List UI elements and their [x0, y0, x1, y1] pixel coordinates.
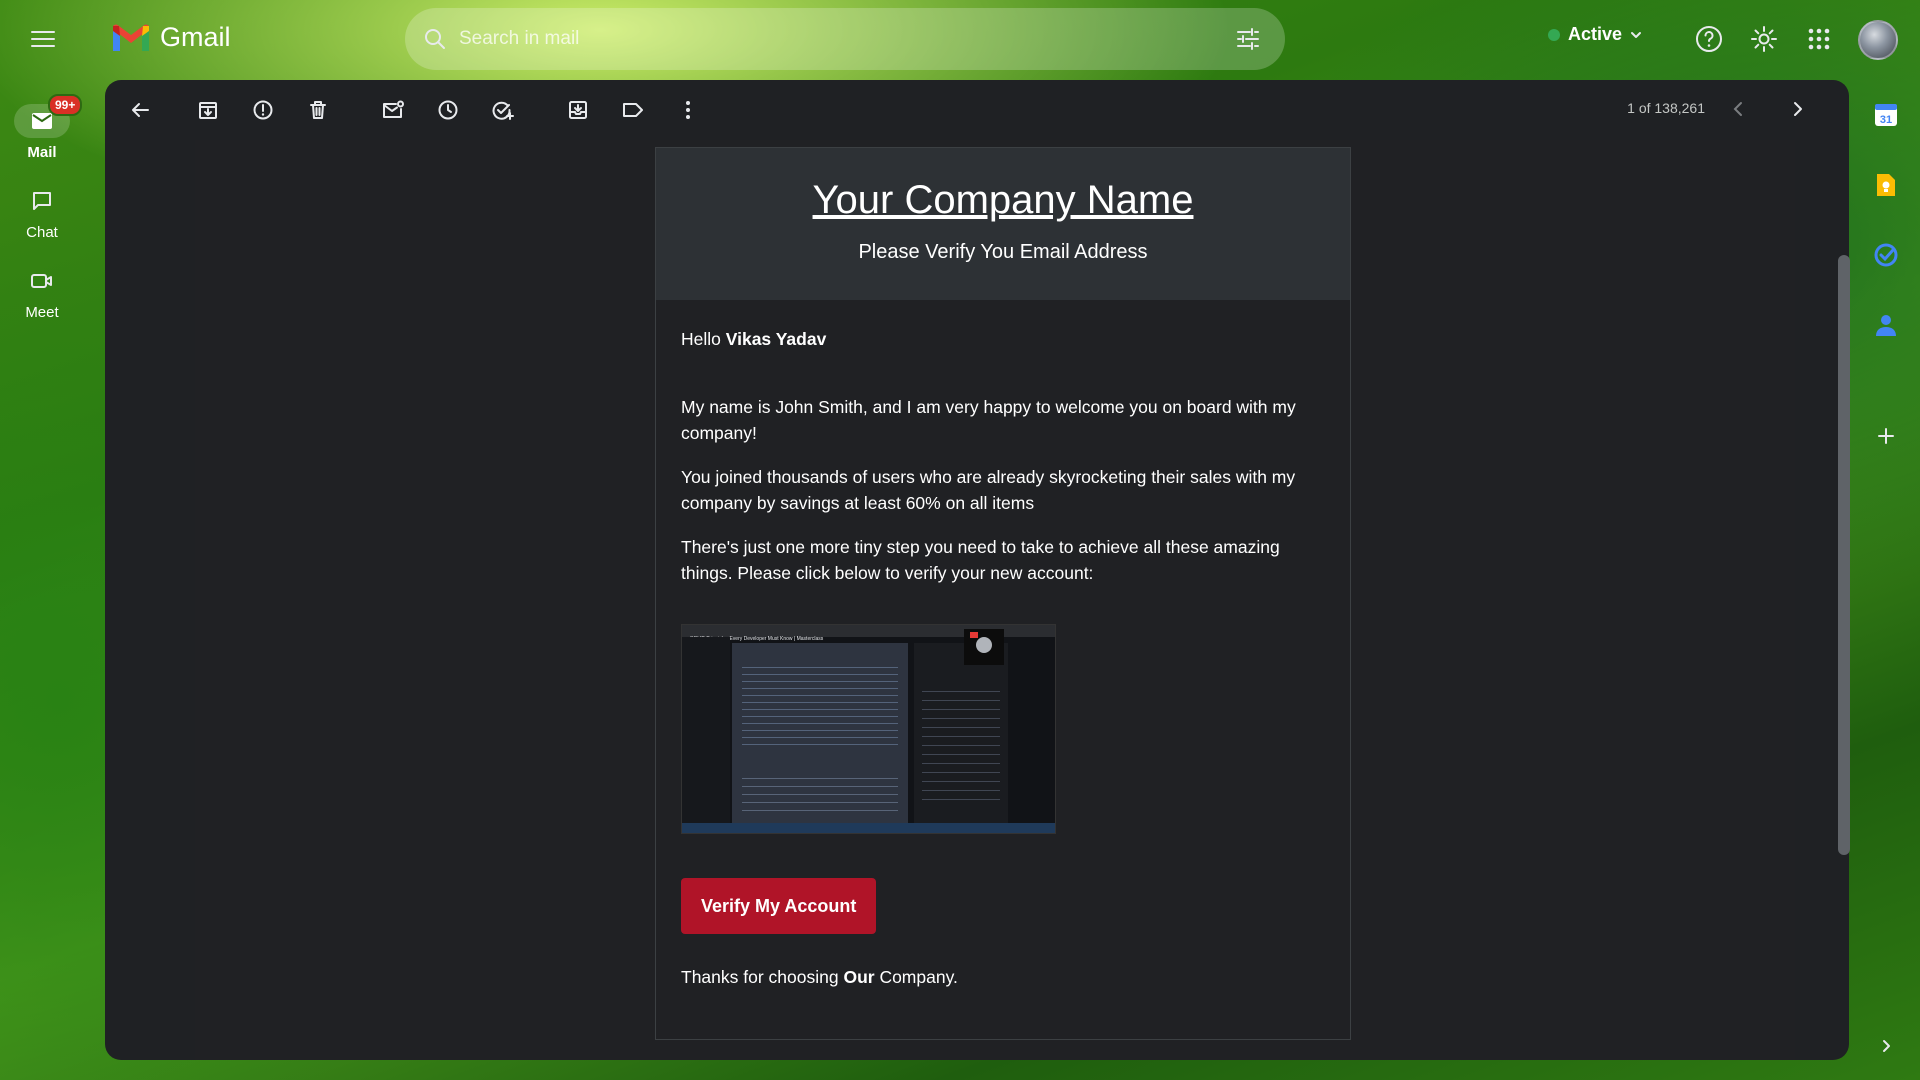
email-body: Hello Vikas Yadav My name is John Smith,… [656, 300, 1350, 990]
gear-icon [1751, 26, 1777, 52]
snooze-button[interactable] [433, 95, 463, 125]
search-input[interactable] [459, 20, 1159, 58]
status-label: Active [1568, 24, 1623, 44]
message-toolbar: 1 of 138,261 [105, 80, 1849, 140]
more-vert-icon [686, 101, 690, 119]
message-counter: 1 of 138,261 [1627, 100, 1705, 116]
main-menu-button[interactable] [24, 20, 62, 58]
rail-item-meet[interactable]: Meet [0, 264, 84, 321]
chevron-right-icon [1883, 1040, 1890, 1052]
rail-item-mail[interactable]: 99+ Mail [0, 94, 84, 161]
chat-icon [33, 192, 51, 210]
search-bar[interactable] [405, 8, 1285, 70]
mail-icon [32, 113, 52, 129]
chevron-left-icon [1733, 102, 1742, 116]
closing-bold: Our [843, 967, 875, 987]
image-sidebar [682, 637, 730, 825]
email-header-subtitle: Please Verify You Email Address [858, 241, 1148, 263]
rail-label-meet: Meet [25, 304, 59, 321]
verify-account-button[interactable]: Verify My Account [681, 878, 877, 934]
email-message: Your Company Name Please Verify You Emai… [655, 147, 1351, 1040]
snooze-icon [438, 100, 458, 120]
body-paragraph-3: There's just one more tiny step you need… [681, 537, 1280, 583]
account-avatar[interactable] [1858, 20, 1898, 60]
delete-button[interactable] [303, 95, 333, 125]
report-spam-button[interactable] [248, 95, 278, 125]
embedded-screenshot-image[interactable]: SOLID Principles Every Developer Must Kn… [681, 624, 1056, 834]
active-status-dot [1548, 28, 1560, 41]
apps-grid-icon [1808, 28, 1830, 50]
video-camera-icon [31, 274, 52, 288]
help-icon [1696, 26, 1722, 52]
report-spam-icon [253, 100, 273, 120]
calendar-icon: 31 [1875, 104, 1897, 126]
keep-app-button[interactable] [1872, 171, 1900, 199]
menu-icon [31, 31, 55, 47]
mail-unread-badge: 99+ [48, 94, 83, 116]
archive-icon [199, 102, 217, 119]
google-apps-button[interactable] [1802, 22, 1836, 56]
filter-icon[interactable] [1235, 26, 1261, 52]
rail-label-chat: Chat [26, 224, 58, 241]
more-options-button[interactable] [673, 95, 703, 125]
closing-suffix: Company. [874, 967, 958, 987]
gmail-wordmark: Gmail [160, 22, 231, 52]
gmail-logo[interactable]: Gmail [110, 22, 231, 53]
expand-side-panel-button[interactable] [1872, 1032, 1900, 1060]
tasks-icon [1874, 243, 1898, 267]
email-header-banner: Your Company Name Please Verify You Emai… [656, 148, 1350, 300]
delete-icon [310, 101, 326, 119]
mark-unread-icon [383, 100, 404, 118]
keep-icon [1877, 174, 1895, 196]
add-task-button[interactable] [488, 95, 518, 125]
chevron-right-icon [1794, 102, 1802, 116]
move-to-button[interactable] [563, 95, 593, 125]
closing-prefix: Thanks for choosing [681, 967, 844, 987]
get-addons-button[interactable] [1872, 422, 1900, 450]
contacts-icon [1876, 315, 1896, 336]
image-editor-panel [914, 643, 1008, 825]
recipient-name: Vikas Yadav [725, 329, 827, 349]
label-icon [623, 103, 643, 117]
settings-button[interactable] [1747, 22, 1781, 56]
body-paragraph-1: My name is John Smith, and I am very hap… [681, 397, 1296, 443]
tasks-app-button[interactable] [1872, 241, 1900, 269]
help-button[interactable] [1692, 22, 1726, 56]
add-task-icon [492, 101, 514, 120]
image-record-indicator [970, 632, 978, 638]
archive-button[interactable] [193, 95, 223, 125]
body-paragraph-2: You joined thousands of users who are al… [681, 467, 1296, 513]
gmail-m-icon [113, 24, 149, 51]
rail-label-mail: Mail [27, 144, 57, 161]
search-icon[interactable] [423, 27, 447, 51]
contacts-app-button[interactable] [1872, 311, 1900, 339]
add-icon [1878, 428, 1894, 444]
mark-unread-button[interactable] [378, 95, 408, 125]
back-arrow-icon [132, 103, 149, 117]
svg-text:31: 31 [1880, 114, 1892, 126]
image-code-panel [732, 643, 908, 825]
newer-message-button[interactable] [1785, 97, 1809, 121]
company-name-link[interactable]: Your Company Name [813, 178, 1194, 223]
chat-icon-wrap [14, 184, 70, 218]
rail-item-chat[interactable]: Chat [0, 184, 84, 241]
greeting-prefix: Hello [681, 329, 726, 349]
message-scrollbar[interactable] [1838, 255, 1850, 855]
chevron-down-icon [1631, 31, 1642, 38]
move-to-icon [569, 101, 587, 119]
status-selector[interactable]: Active [1548, 24, 1642, 45]
calendar-app-button[interactable]: 31 [1872, 101, 1900, 129]
back-button[interactable] [125, 95, 155, 125]
image-taskbar [682, 823, 1055, 833]
greeting: Hello Vikas Yadav [681, 326, 1325, 352]
closing-line: Thanks for choosing Our Company. [681, 964, 1325, 990]
meet-icon-wrap [14, 264, 70, 298]
label-button[interactable] [618, 95, 648, 125]
older-message-button[interactable] [1727, 97, 1751, 121]
mail-icon-wrap: 99+ [14, 94, 83, 138]
